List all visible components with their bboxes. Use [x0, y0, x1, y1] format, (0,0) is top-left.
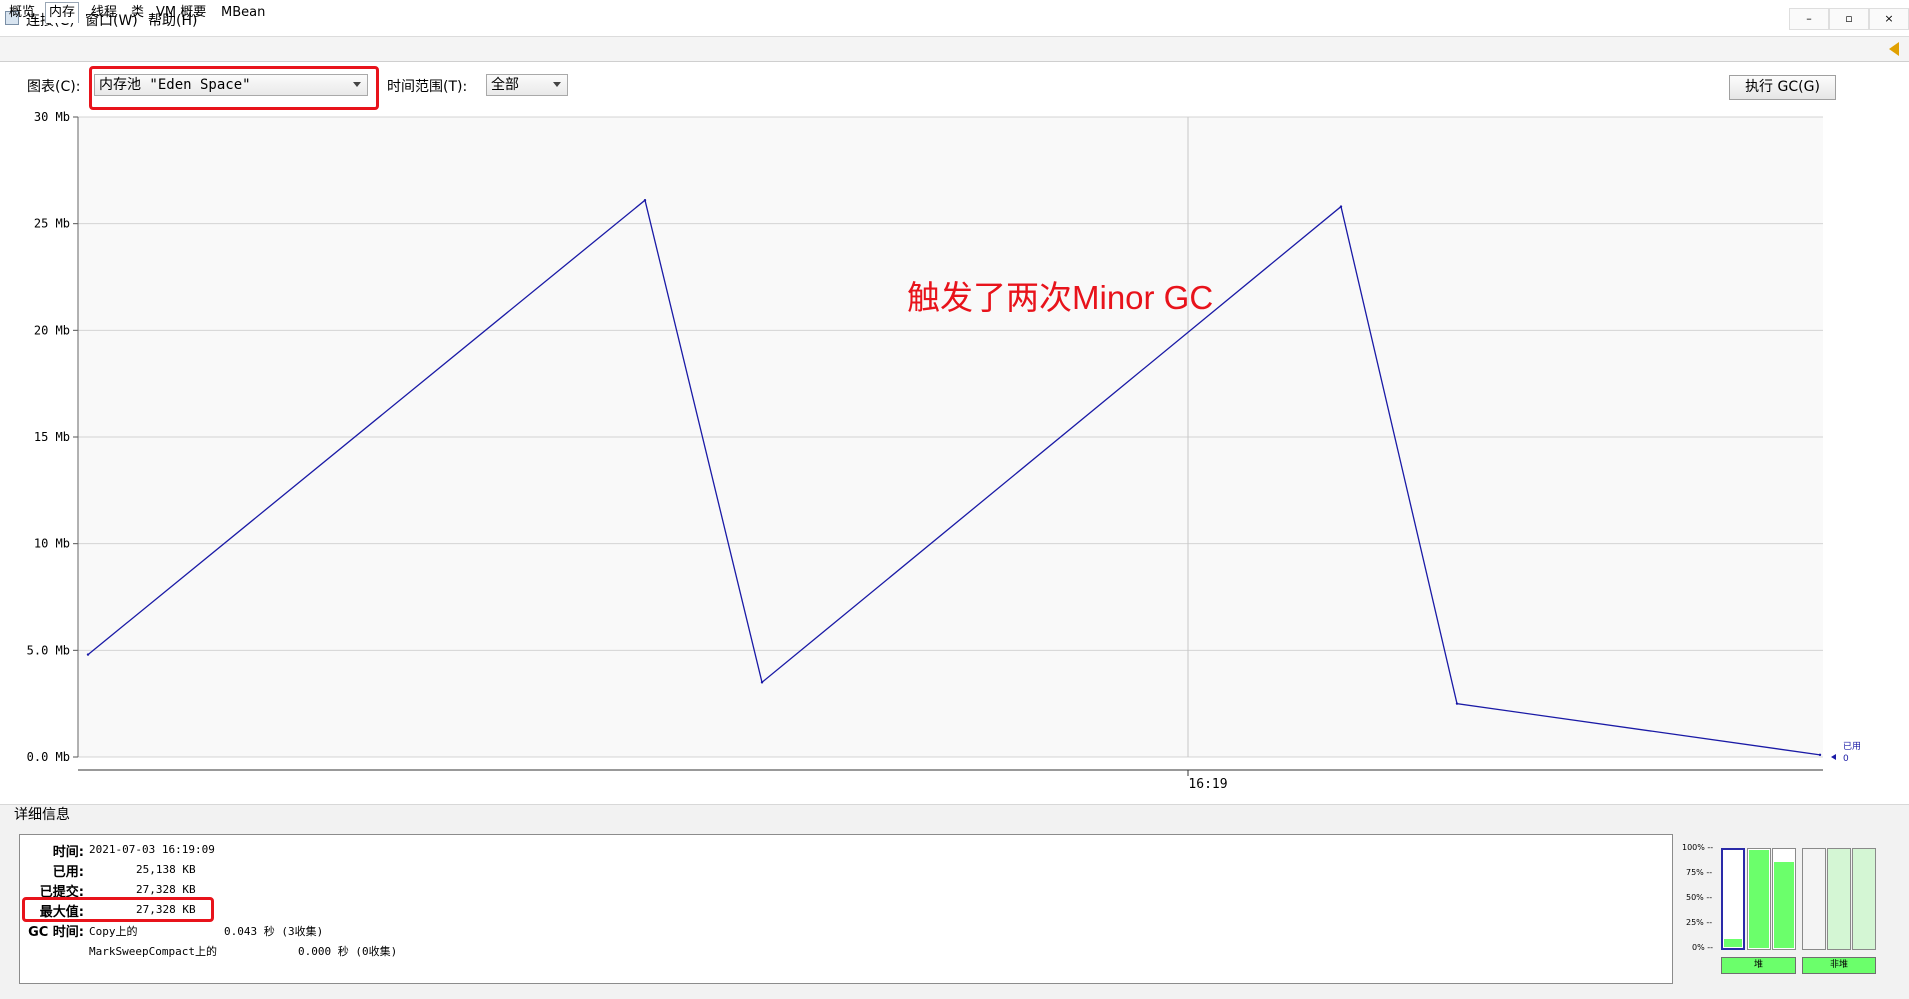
details-value-used: 25,138 KB	[136, 863, 196, 876]
memory-usage-chart: 0.0 Mb 5.0 Mb 10 Mb 15 Mb 20 Mb 25 Mb 30 Mb 16…	[27, 110, 1861, 792]
gc-marksweep-name: MarkSweepCompact上的	[89, 945, 217, 958]
gauge-pct-0: 0% --	[1692, 943, 1714, 952]
tab-scroll-left-icon[interactable]	[1889, 42, 1899, 56]
details-box	[19, 834, 1673, 984]
heap-gauge-bar-survivor[interactable]	[1747, 848, 1771, 950]
y-tick-label: 30 Mb	[34, 110, 70, 124]
details-title: 详细信息	[14, 807, 70, 823]
time-range-value: 全部	[491, 77, 519, 93]
gauge-pct-50: 50% --	[1686, 893, 1713, 902]
gc-copy-value: 0.043 秒 (3收集)	[224, 925, 324, 938]
nonheap-gauge-label[interactable]: 非堆	[1802, 957, 1876, 974]
series-point	[86, 653, 90, 656]
y-tick-label: 20 Mb	[34, 323, 70, 337]
x-tick-label: 16:19	[1188, 777, 1227, 792]
series-point	[643, 199, 647, 202]
heap-gauge-bar-tenured[interactable]	[1772, 848, 1796, 950]
y-tick-label: 25 Mb	[34, 217, 70, 231]
annotation-highlight-max	[22, 897, 214, 922]
chart-label: 图表(C):	[27, 79, 81, 95]
gc-marksweep-value: 0.000 秒 (0收集)	[298, 945, 398, 958]
gauge-pct-100: 100% --	[1682, 843, 1714, 852]
legend-used-label: 已用	[1843, 741, 1861, 752]
menu-bar	[0, 0, 1909, 37]
time-range-label: 时间范围(T):	[387, 79, 468, 95]
series-point	[760, 681, 764, 684]
gauge-pct-25: 25% --	[1686, 918, 1713, 927]
restore-button[interactable]: ▫	[1829, 8, 1869, 30]
y-tick-label: 5.0 Mb	[27, 643, 70, 657]
details-value-committed: 27,328 KB	[136, 883, 196, 896]
annotation-text: 触发了两次Minor GC	[907, 279, 1213, 316]
tab-classes[interactable]: 类	[128, 3, 147, 23]
current-value-marker-icon	[1831, 754, 1836, 760]
details-key-used: 已用:	[52, 865, 84, 880]
series-point	[1455, 702, 1459, 705]
tab-bar	[0, 37, 1909, 62]
details-key-gc-time: GC 时间:	[28, 925, 84, 940]
nonheap-gauge-bar-3[interactable]	[1852, 848, 1876, 950]
chevron-down-icon	[553, 82, 561, 87]
time-range-select[interactable]: 全部	[486, 74, 568, 96]
minimize-button[interactable]: –	[1789, 8, 1829, 30]
heap-gauge-bar-eden[interactable]	[1721, 848, 1745, 950]
y-tick-label: 0.0 Mb	[27, 750, 70, 764]
legend-used-value: 0	[1843, 754, 1849, 764]
y-tick-label: 15 Mb	[34, 430, 70, 444]
heap-gauge-label[interactable]: 堆	[1721, 957, 1796, 974]
gauge-fill	[1724, 939, 1742, 947]
y-tick-label: 10 Mb	[34, 537, 70, 551]
nonheap-gauge-bar-1[interactable]	[1802, 848, 1826, 950]
nonheap-gauge-bar-2[interactable]	[1827, 848, 1851, 950]
tab-mbean[interactable]: MBean	[218, 3, 268, 23]
gauge-fill	[1774, 861, 1794, 948]
gauge-pct-75: 75% --	[1686, 868, 1713, 877]
details-value-time: 2021-07-03 16:19:09	[89, 843, 215, 856]
tab-threads[interactable]: 线程	[88, 3, 120, 23]
tab-overview[interactable]: 概览	[6, 3, 38, 23]
series-point	[1339, 205, 1343, 208]
gc-copy-name: Copy上的	[89, 925, 138, 938]
tab-memory[interactable]: 内存	[45, 2, 80, 23]
details-key-time: 时间:	[52, 845, 84, 860]
gauge-fill	[1749, 850, 1769, 948]
y-axis-ticks: 0.0 Mb 5.0 Mb 10 Mb 15 Mb 20 Mb 25 Mb 30 Mb	[27, 110, 78, 764]
tab-vm-summary[interactable]: VM 概要	[153, 3, 209, 23]
close-button[interactable]: ×	[1869, 8, 1909, 30]
series-point	[1818, 753, 1822, 757]
perform-gc-button[interactable]: 执行 GC(G)	[1729, 75, 1836, 100]
